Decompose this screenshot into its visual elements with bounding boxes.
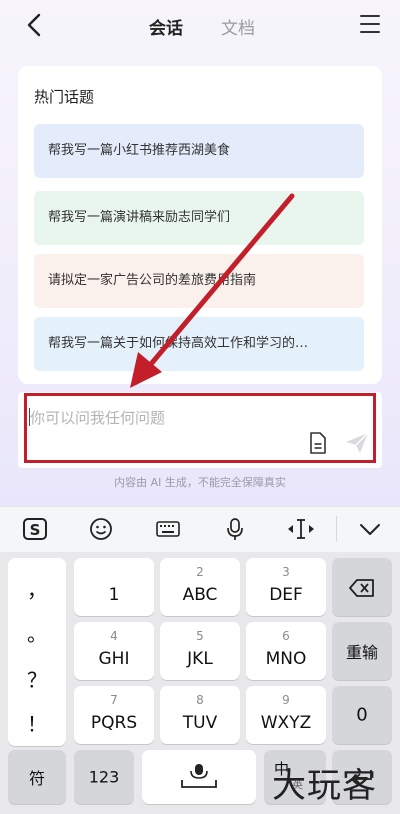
highlight-frame [24,393,376,463]
key-label: 重输 [345,643,378,662]
topic-item[interactable]: 帮我写一篇演讲稿来励志同学们 [34,191,364,245]
reenter-key[interactable]: 重输 [332,622,392,680]
punctuation-key[interactable]: ！ [8,708,66,737]
topic-item[interactable]: 帮我写一篇关于如何保持高效工作和学习的… [34,317,364,371]
key-mno[interactable]: 6 MNO [246,622,326,680]
key-label: MNO [265,649,307,669]
key-abc[interactable]: 2 ABC [160,558,240,616]
microphone-icon[interactable] [224,517,246,541]
key-label: 1 [108,585,120,605]
key-0[interactable]: 0 [332,686,392,744]
key-ghi[interactable]: 4 GHI [74,622,154,680]
tab-chat[interactable]: 会话 [149,14,183,39]
menu-icon[interactable] [360,15,380,33]
punctuation-key[interactable]: ， [8,574,66,603]
emoji-icon[interactable] [88,517,114,541]
backspace-key[interactable] [332,558,392,616]
space-key[interactable] [142,750,256,804]
hot-topics-title: 热门话题 [34,88,95,106]
hot-topics-card: 热门话题 帮我写一篇小红书推荐西湖美食 帮我写一篇演讲稿来励志同学们 请拟定一家… [18,66,382,384]
key-pqrs[interactable]: 7 PQRS [74,686,154,744]
topic-item[interactable]: 请拟定一家广告公司的差旅费用指南 [34,254,364,308]
punctuation-column[interactable]: ， 。 ？ ！ [8,558,66,746]
punctuation-key[interactable]: ？ [8,664,66,693]
chat-app: 会话 文档 热门话题 帮我写一篇小红书推荐西湖美食 帮我写一篇演讲稿来励志同学们… [0,0,400,506]
key-1[interactable]: 1 [74,558,154,616]
key-label: 符 [28,769,45,788]
symbol-key[interactable]: 符 [8,750,66,804]
key-number: 8 [196,693,204,707]
key-label: GHI [98,649,130,669]
key-number: 7 [110,693,118,707]
chevron-down-icon[interactable] [358,517,382,541]
topic-item[interactable]: 帮我写一篇小红书推荐西湖美食 [34,124,364,178]
svg-text:S: S [30,521,41,539]
key-number: 2 [196,565,204,579]
key-number: 5 [196,629,204,643]
key-tuv[interactable]: 8 TUV [160,686,240,744]
key-label: TUV [182,713,218,733]
key-label: WXYZ [260,713,312,733]
key-jkl[interactable]: 5 JKL [160,622,240,680]
key-number: 4 [110,629,118,643]
cursor-move-icon[interactable] [286,517,316,541]
space-mic-icon [181,764,217,788]
toolbar-divider [336,516,337,542]
key-label: 123 [88,767,120,787]
keyboard-toolbar: S [0,506,400,553]
ai-disclaimer: 内容由 AI 生成，不能完全保障真实 [114,476,286,489]
key-label: PQRS [90,713,138,733]
key-wxyz[interactable]: 9 WXYZ [246,686,326,744]
key-label: 0 [356,704,368,726]
keyboard-switch-icon[interactable] [155,517,181,541]
key-def[interactable]: 3 DEF [246,558,326,616]
top-bar: 会话 文档 [0,0,400,52]
tab-doc[interactable]: 文档 [221,14,255,39]
key-label: ABC [182,585,218,605]
punctuation-key[interactable]: 。 [8,618,66,647]
key-label: JKL [187,649,213,669]
key-label: DEF [269,585,303,605]
watermark-logo: 大玩客 [272,766,377,806]
key-number: 6 [282,629,290,643]
backspace-icon [349,579,374,597]
key-number: 9 [282,693,290,707]
numbers-key[interactable]: 123 [74,750,134,804]
back-icon[interactable] [22,12,48,38]
sogou-logo-icon[interactable]: S [22,517,48,541]
key-number: 3 [282,565,290,579]
